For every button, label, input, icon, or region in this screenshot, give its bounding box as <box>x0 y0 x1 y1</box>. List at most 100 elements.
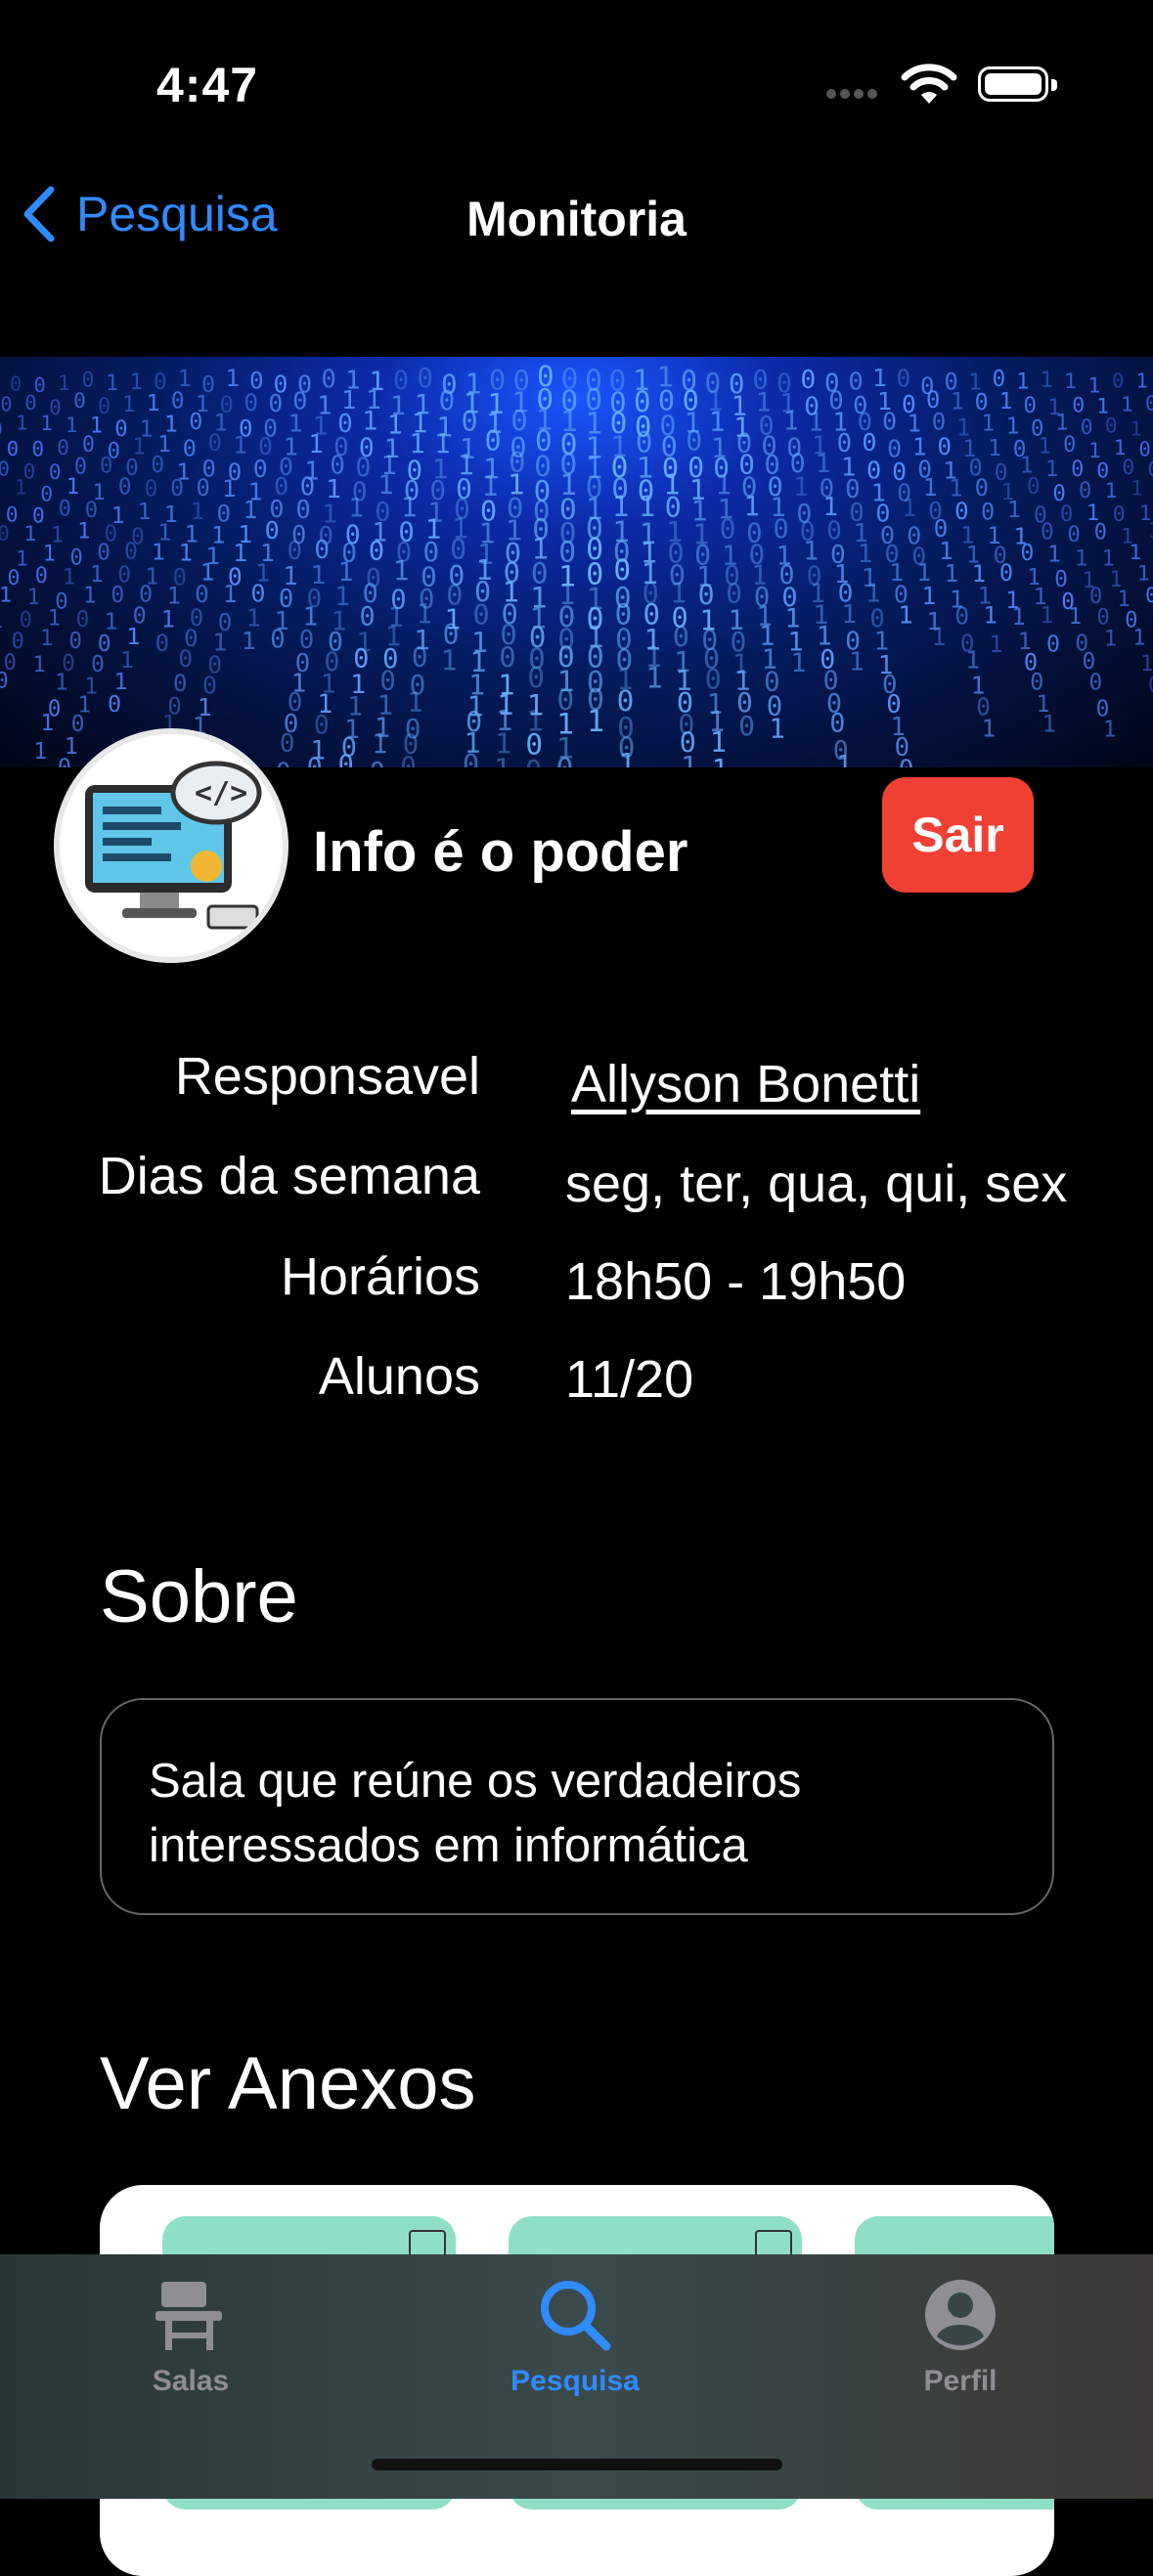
svg-text:1: 1 <box>999 389 1013 415</box>
svg-text:0: 0 <box>100 454 112 479</box>
svg-text:1: 1 <box>1007 497 1021 523</box>
svg-text:0: 0 <box>400 751 417 767</box>
svg-text:0: 0 <box>1046 632 1060 658</box>
svg-text:0: 0 <box>1081 415 1093 440</box>
svg-text:1: 1 <box>0 584 12 608</box>
svg-text:1: 1 <box>965 645 980 674</box>
hours-label: Horários <box>280 1247 480 1306</box>
svg-text:0: 0 <box>0 482 1 505</box>
svg-text:1: 1 <box>16 411 27 434</box>
svg-text:0: 0 <box>244 388 258 416</box>
days-value: seg, ter, qua, qui, sex <box>565 1155 1068 1213</box>
search-icon <box>541 2281 611 2351</box>
wifi-icon <box>900 63 958 110</box>
svg-text:1: 1 <box>226 365 240 392</box>
svg-text:1: 1 <box>988 435 1001 461</box>
svg-text:0: 0 <box>1145 584 1153 608</box>
svg-text:1: 1 <box>981 410 995 436</box>
svg-text:0: 0 <box>1079 479 1091 503</box>
svg-text:1: 1 <box>1068 604 1082 630</box>
svg-text:1: 1 <box>23 522 36 546</box>
svg-text:0: 0 <box>189 408 202 435</box>
svg-text:1: 1 <box>362 407 377 436</box>
svg-text:1: 1 <box>1038 433 1050 458</box>
svg-text:0: 0 <box>463 749 479 767</box>
svg-text:0: 0 <box>170 474 184 502</box>
svg-text:1: 1 <box>1136 370 1148 393</box>
svg-text:1: 1 <box>138 500 152 525</box>
svg-text:1: 1 <box>1121 393 1132 416</box>
svg-text:0: 0 <box>144 477 157 502</box>
svg-text:0: 0 <box>151 453 164 478</box>
svg-text:1: 1 <box>83 584 97 609</box>
svg-text:0: 0 <box>307 754 323 767</box>
tab-perfil[interactable]: Perfil <box>833 2276 1087 2398</box>
svg-text:0: 0 <box>738 710 755 742</box>
svg-text:0: 0 <box>1023 393 1036 418</box>
svg-text:1: 1 <box>1040 602 1053 629</box>
tab-salas-label: Salas <box>152 2365 230 2397</box>
svg-text:1: 1 <box>944 559 958 588</box>
about-description-box: Sala que reúne os verdadeiros interessad… <box>100 1698 1054 1915</box>
svg-text:1: 1 <box>841 600 857 630</box>
document-logo-icon <box>755 2230 792 2257</box>
tab-pesquisa[interactable]: Pesquisa <box>448 2276 702 2398</box>
svg-text:1: 1 <box>58 371 70 395</box>
svg-text:1: 1 <box>989 631 1002 658</box>
svg-text:0: 0 <box>954 602 969 631</box>
svg-text:1: 1 <box>41 711 55 736</box>
svg-text:0: 0 <box>0 393 12 416</box>
students-value: 11/20 <box>565 1350 694 1409</box>
room-avatar: </> <box>54 728 288 963</box>
svg-text:1: 1 <box>983 602 997 630</box>
svg-text:0: 0 <box>276 759 291 767</box>
svg-text:0: 0 <box>338 750 354 767</box>
responsible-link[interactable]: Allyson Bonetti <box>571 1054 920 1114</box>
svg-text:1: 1 <box>77 518 90 544</box>
svg-text:0: 0 <box>556 752 574 767</box>
svg-text:1: 1 <box>15 476 27 500</box>
svg-text:0: 0 <box>862 428 876 457</box>
battery-icon <box>978 66 1057 102</box>
svg-text:1: 1 <box>982 714 997 742</box>
about-text-line-1: Sala que reúne os verdadeiros <box>149 1755 802 1808</box>
svg-text:1: 1 <box>712 754 729 767</box>
svg-text:1: 1 <box>902 494 916 522</box>
svg-text:1: 1 <box>1055 412 1068 436</box>
svg-text:1: 1 <box>106 371 118 396</box>
leave-button[interactable]: Sair <box>882 777 1034 893</box>
svg-text:1: 1 <box>645 661 662 694</box>
hours-value: 18h50 - 19h50 <box>565 1252 907 1311</box>
svg-text:0: 0 <box>1147 458 1153 481</box>
status-time: 4:47 <box>156 58 259 112</box>
svg-text:0: 0 <box>280 729 295 759</box>
tab-salas[interactable]: Salas <box>64 2276 318 2398</box>
tab-perfil-label: Perfil <box>923 2365 998 2397</box>
svg-text:0: 0 <box>1094 520 1107 545</box>
svg-text:1: 1 <box>1045 457 1058 482</box>
svg-text:1: 1 <box>233 431 247 459</box>
svg-text:0: 0 <box>899 756 913 767</box>
svg-text:0: 0 <box>0 522 10 546</box>
svg-text:1: 1 <box>393 556 409 587</box>
svg-text:1: 1 <box>222 474 237 502</box>
svg-text:1: 1 <box>849 647 865 677</box>
svg-text:0: 0 <box>1148 674 1153 698</box>
svg-text:1: 1 <box>63 565 75 590</box>
svg-text:0: 0 <box>369 537 384 567</box>
svg-text:0: 0 <box>829 708 845 738</box>
svg-text:1: 1 <box>921 582 936 610</box>
svg-text:1: 1 <box>179 539 193 566</box>
svg-text:1: 1 <box>1042 711 1056 738</box>
svg-text:1: 1 <box>1047 543 1061 568</box>
students-label: Alunos <box>318 1347 480 1406</box>
svg-text:0: 0 <box>171 389 185 415</box>
svg-text:1: 1 <box>1016 369 1029 394</box>
svg-text:1: 1 <box>931 623 946 651</box>
svg-text:1: 1 <box>130 370 143 395</box>
svg-text:0: 0 <box>369 758 384 767</box>
svg-text:1: 1 <box>1104 626 1117 651</box>
svg-text:1: 1 <box>40 626 53 651</box>
svg-text:0: 0 <box>73 389 86 414</box>
room-name: Info é o poder <box>313 820 688 884</box>
